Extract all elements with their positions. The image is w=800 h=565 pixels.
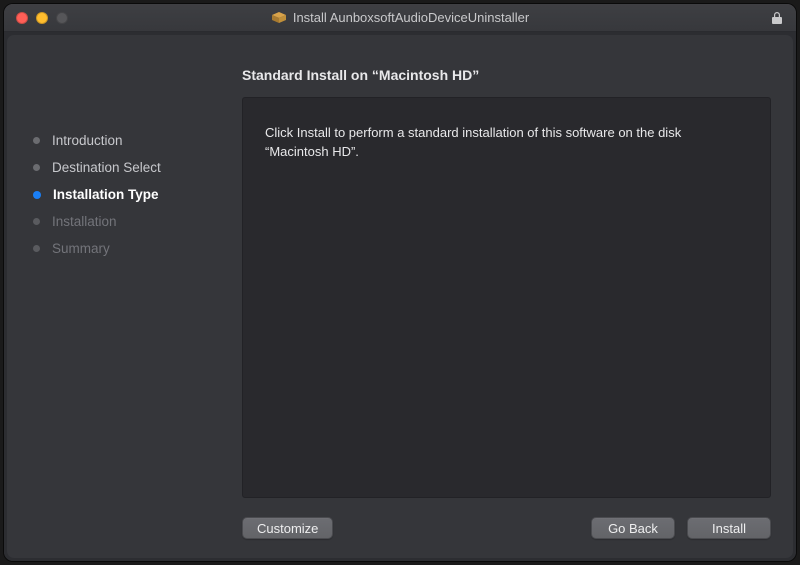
step-bullet bbox=[33, 137, 40, 144]
zoom-button[interactable] bbox=[56, 12, 68, 24]
step-item-summary: Summary bbox=[33, 241, 216, 256]
main-panel: Standard Install on “Macintosh HD” Click… bbox=[232, 35, 793, 498]
installer-window: Install AunboxsoftAudioDeviceUninstaller… bbox=[4, 4, 796, 561]
titlebar[interactable]: Install AunboxsoftAudioDeviceUninstaller bbox=[4, 4, 796, 32]
package-icon bbox=[271, 10, 287, 26]
install-button[interactable]: Install bbox=[687, 517, 771, 539]
step-label: Installation Type bbox=[53, 187, 159, 202]
step-label: Introduction bbox=[52, 133, 123, 148]
step-item-installation-type: Installation Type bbox=[33, 187, 216, 202]
main-body: Introduction Destination Select Installati… bbox=[7, 35, 793, 498]
step-bullet bbox=[33, 164, 40, 171]
window-title: Install AunboxsoftAudioDeviceUninstaller bbox=[293, 10, 529, 25]
inner-content: Introduction Destination Select Installati… bbox=[7, 35, 793, 558]
close-button[interactable] bbox=[16, 12, 28, 24]
traffic-lights bbox=[4, 12, 68, 24]
go-back-button[interactable]: Go Back bbox=[591, 517, 675, 539]
step-label: Installation bbox=[52, 214, 117, 229]
panel-content: Click Install to perform a standard inst… bbox=[242, 97, 771, 498]
step-bullet bbox=[33, 218, 40, 225]
sidebar: Introduction Destination Select Installati… bbox=[7, 35, 232, 498]
content-area: Introduction Destination Select Installati… bbox=[4, 32, 796, 561]
step-label: Destination Select bbox=[52, 160, 161, 175]
title-container: Install AunboxsoftAudioDeviceUninstaller bbox=[4, 10, 796, 26]
step-item-destination-select: Destination Select bbox=[33, 160, 216, 175]
step-bullet bbox=[33, 191, 41, 199]
button-bar: Customize Go Back Install bbox=[7, 498, 793, 558]
customize-button[interactable]: Customize bbox=[242, 517, 333, 539]
minimize-button[interactable] bbox=[36, 12, 48, 24]
step-item-installation: Installation bbox=[33, 214, 216, 229]
panel-heading: Standard Install on “Macintosh HD” bbox=[242, 67, 771, 83]
lock-icon[interactable] bbox=[770, 11, 784, 25]
step-item-introduction: Introduction bbox=[33, 133, 216, 148]
step-label: Summary bbox=[52, 241, 110, 256]
sidebar-steps: Introduction Destination Select Installati… bbox=[33, 133, 216, 256]
step-bullet bbox=[33, 245, 40, 252]
